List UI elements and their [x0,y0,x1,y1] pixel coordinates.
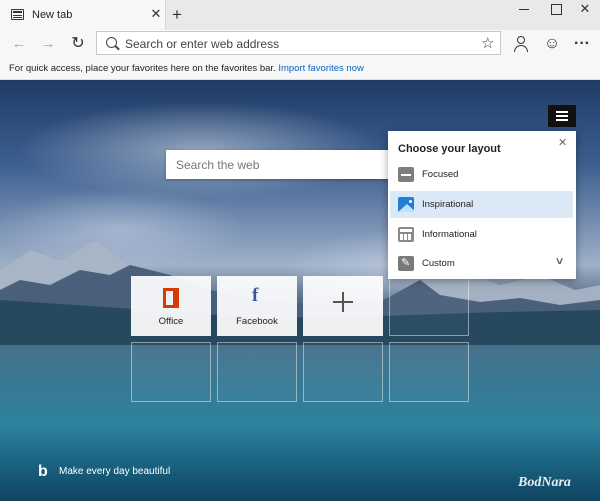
new-tab-button[interactable]: + [168,5,186,25]
layout-option-focused[interactable]: Focused [390,161,573,188]
menu-line [556,111,568,113]
favorites-message-text: For quick access, place your favorites h… [9,63,276,74]
tab-title: New tab [32,9,73,21]
empty-quick-link-slot[interactable] [303,342,383,402]
layout-panel-title: Choose your layout [398,143,501,155]
bing-logo-icon[interactable]: b [38,463,48,481]
import-favorites-link[interactable]: Import favorites now [278,63,364,74]
profile-body [514,45,528,52]
quick-link-label: Facebook [236,316,278,327]
favorites-bar-message: For quick access, place your favorites h… [9,63,364,74]
quick-link-label: Office [158,316,184,327]
layout-option-label: Custom [422,258,455,269]
feedback-smiley-icon[interactable]: ☺ [541,33,563,55]
informational-layout-icon [398,227,414,242]
bing-tagline[interactable]: Make every day beautiful [59,466,170,477]
toolbar: ← → ↻ ☆ ☺ ··· [0,30,600,58]
web-search-box[interactable] [166,150,392,179]
page-settings-menu-button[interactable] [548,105,576,127]
profile-head [517,36,525,44]
tab-close-icon[interactable]: ✕ [149,7,163,21]
quick-link-facebook[interactable]: f Facebook [217,276,297,336]
add-icon [333,292,353,312]
focused-layout-icon [398,167,414,182]
favorites-bar: For quick access, place your favorites h… [0,58,600,80]
profile-icon[interactable] [510,33,532,55]
add-quick-link-button[interactable] [303,276,383,336]
quick-link-office[interactable]: Office [131,276,211,336]
lake-reflection [0,345,600,501]
layout-option-label: Focused [422,169,459,180]
facebook-icon: f [252,285,259,306]
back-button[interactable]: ← [8,33,30,55]
layout-chooser-panel: Choose your layout ✕ Focused Inspiration… [388,131,576,279]
title-bar: New tab ✕ + ✕ [0,0,600,30]
layout-option-informational[interactable]: Informational [390,221,573,248]
more-options-icon[interactable]: ··· [571,33,593,55]
close-icon[interactable]: ✕ [558,136,567,149]
window-close-button[interactable]: ✕ [568,0,600,20]
layout-option-label: Inspirational [422,199,474,210]
office-icon [163,288,179,308]
new-tab-page-icon [11,9,24,20]
watermark: BodNara [518,475,571,490]
layout-option-label: Informational [422,229,477,240]
empty-quick-link-slot[interactable] [131,342,211,402]
inspirational-layout-icon [398,197,414,212]
layout-option-custom[interactable]: Custom ∨ [390,250,573,277]
refresh-button[interactable]: ↻ [67,33,89,55]
menu-line [556,115,568,117]
empty-quick-link-slot[interactable] [389,342,469,402]
minimize-button[interactable] [507,0,541,20]
web-search-input[interactable] [176,156,376,173]
address-input[interactable] [125,35,465,52]
tab-new-tab[interactable]: New tab ✕ [0,0,166,30]
empty-quick-link-slot[interactable] [389,276,469,336]
search-icon [106,37,117,48]
menu-line [556,119,568,121]
empty-quick-link-slot[interactable] [217,342,297,402]
address-bar[interactable]: ☆ [96,31,501,55]
forward-button[interactable]: → [37,33,59,55]
new-tab-background: Office f Facebook Choose your layout ✕ F… [0,80,600,501]
chevron-down-icon[interactable]: ∨ [555,256,565,267]
layout-option-inspirational[interactable]: Inspirational [390,191,573,218]
favorite-star-icon[interactable]: ☆ [481,34,494,52]
custom-layout-icon [398,256,414,271]
